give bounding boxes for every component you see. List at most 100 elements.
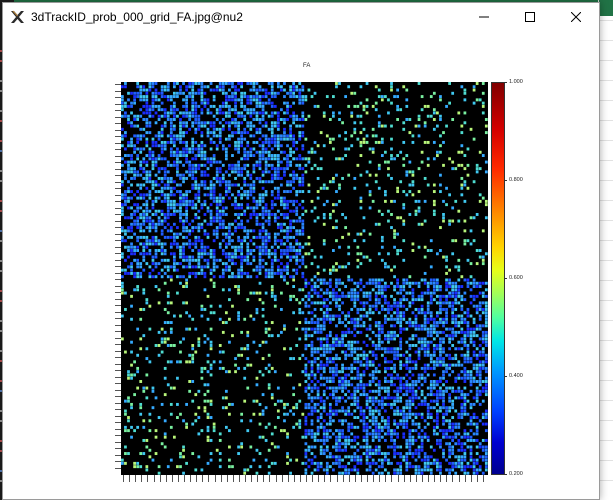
window-title: 3dTrackID_prob_000_grid_FA.jpg@nu2 <box>31 10 243 24</box>
column-label-mark <box>293 475 295 482</box>
column-label-mark <box>135 475 137 482</box>
column-label-mark <box>367 475 368 482</box>
spreadsheet-gridline <box>599 100 613 101</box>
column-label-mark <box>330 475 332 482</box>
column-label-mark <box>275 475 277 482</box>
column-label-mark <box>458 475 460 482</box>
close-button[interactable] <box>553 3 599 31</box>
column-label-mark <box>470 475 472 482</box>
spreadsheet-gridline <box>599 140 613 141</box>
spreadsheet-gridline <box>599 280 613 281</box>
spreadsheet-gridline <box>599 420 613 421</box>
column-label-mark <box>159 475 161 482</box>
column-label-mark <box>141 475 143 482</box>
spreadsheet-gridline <box>599 340 613 341</box>
column-label-mark <box>354 475 356 482</box>
column-label-mark <box>403 475 405 482</box>
column-label-mark <box>281 475 283 482</box>
column-label-mark <box>385 475 387 482</box>
column-label-mark <box>123 475 124 482</box>
maximize-button[interactable] <box>507 3 553 31</box>
afni-x-icon <box>11 10 24 23</box>
spreadsheet-gridline <box>599 220 613 221</box>
column-label-mark <box>379 475 381 482</box>
column-label-mark <box>318 475 320 482</box>
spreadsheet-gridline <box>599 180 613 181</box>
image-canvas: FA 1.000 0.800 0.600 0.400 0.200 <box>3 31 599 499</box>
colorbar-tick-mark <box>504 278 507 279</box>
column-label-mark <box>299 475 301 482</box>
spreadsheet-gridline <box>599 120 613 121</box>
column-label-mark <box>257 475 259 482</box>
column-label-mark <box>464 475 466 482</box>
spreadsheet-gridline <box>599 80 613 81</box>
column-label-mark <box>415 475 417 482</box>
spreadsheet-gridline <box>599 380 613 381</box>
column-label-mark <box>220 475 222 482</box>
title-bar[interactable]: 3dTrackID_prob_000_grid_FA.jpg@nu2 <box>3 3 599 31</box>
column-label-mark <box>452 475 454 482</box>
colorbar <box>491 82 505 475</box>
column-label-mark <box>269 475 271 482</box>
spreadsheet-gridline <box>599 360 613 361</box>
colorbar-tick-label: 0.400 <box>509 373 523 379</box>
column-label-mark <box>397 475 399 482</box>
column-label-mark <box>391 475 393 482</box>
column-label-mark <box>342 475 344 482</box>
spreadsheet-gridline <box>599 60 613 61</box>
background-spreadsheet <box>598 0 613 500</box>
column-label-mark <box>482 475 484 482</box>
column-label-mark <box>214 475 216 482</box>
colorbar-tick-mark <box>504 474 507 475</box>
column-label-mark <box>202 475 204 482</box>
column-label-mark <box>190 475 192 482</box>
colorbar-tick-label: 0.800 <box>509 177 523 183</box>
figure-title: FA <box>303 63 311 69</box>
column-label-mark <box>177 475 179 482</box>
colorbar-tick-mark <box>504 180 507 181</box>
spreadsheet-gridline <box>599 200 613 201</box>
column-label-mark <box>336 475 338 482</box>
background-spreadsheet-ribbon <box>599 0 613 16</box>
column-label-mark <box>226 475 228 482</box>
colorbar-tick-mark <box>504 82 507 83</box>
matrix-column-labels <box>121 475 488 483</box>
maximize-icon <box>525 12 535 22</box>
column-label-mark <box>428 475 429 482</box>
column-label-mark <box>238 475 240 482</box>
column-label-mark <box>434 475 436 482</box>
spreadsheet-gridline <box>599 20 613 21</box>
column-label-mark <box>184 475 185 482</box>
minimize-button[interactable] <box>461 3 507 31</box>
column-label-mark <box>245 475 246 482</box>
spreadsheet-gridline <box>599 320 613 321</box>
column-label-mark <box>421 475 423 482</box>
spreadsheet-gridline <box>599 160 613 161</box>
column-label-mark <box>306 475 307 482</box>
minimize-icon <box>479 16 489 18</box>
spreadsheet-gridline <box>599 480 613 481</box>
image-viewer-window: 3dTrackID_prob_000_grid_FA.jpg@nu2 FA 1.… <box>2 2 600 500</box>
close-icon <box>571 12 581 22</box>
column-label-mark <box>476 475 478 482</box>
column-label-mark <box>373 475 375 482</box>
column-label-mark <box>312 475 314 482</box>
colorbar-tick-mark <box>504 376 507 377</box>
column-label-mark <box>196 475 198 482</box>
spreadsheet-gridline <box>599 300 613 301</box>
column-label-mark <box>324 475 326 482</box>
spreadsheet-gridline <box>599 400 613 401</box>
spreadsheet-gridline <box>599 40 613 41</box>
column-label-mark <box>251 475 253 482</box>
column-label-mark <box>263 475 265 482</box>
column-label-mark <box>171 475 173 482</box>
column-label-mark <box>440 475 442 482</box>
spreadsheet-gridline <box>599 440 613 441</box>
colorbar-tick-label: 0.200 <box>509 471 523 477</box>
spreadsheet-gridline <box>599 260 613 261</box>
column-label-mark <box>360 475 362 482</box>
column-label-mark <box>287 475 289 482</box>
column-label-mark <box>147 475 149 482</box>
column-label-mark <box>208 475 210 482</box>
column-label-mark <box>348 475 350 482</box>
